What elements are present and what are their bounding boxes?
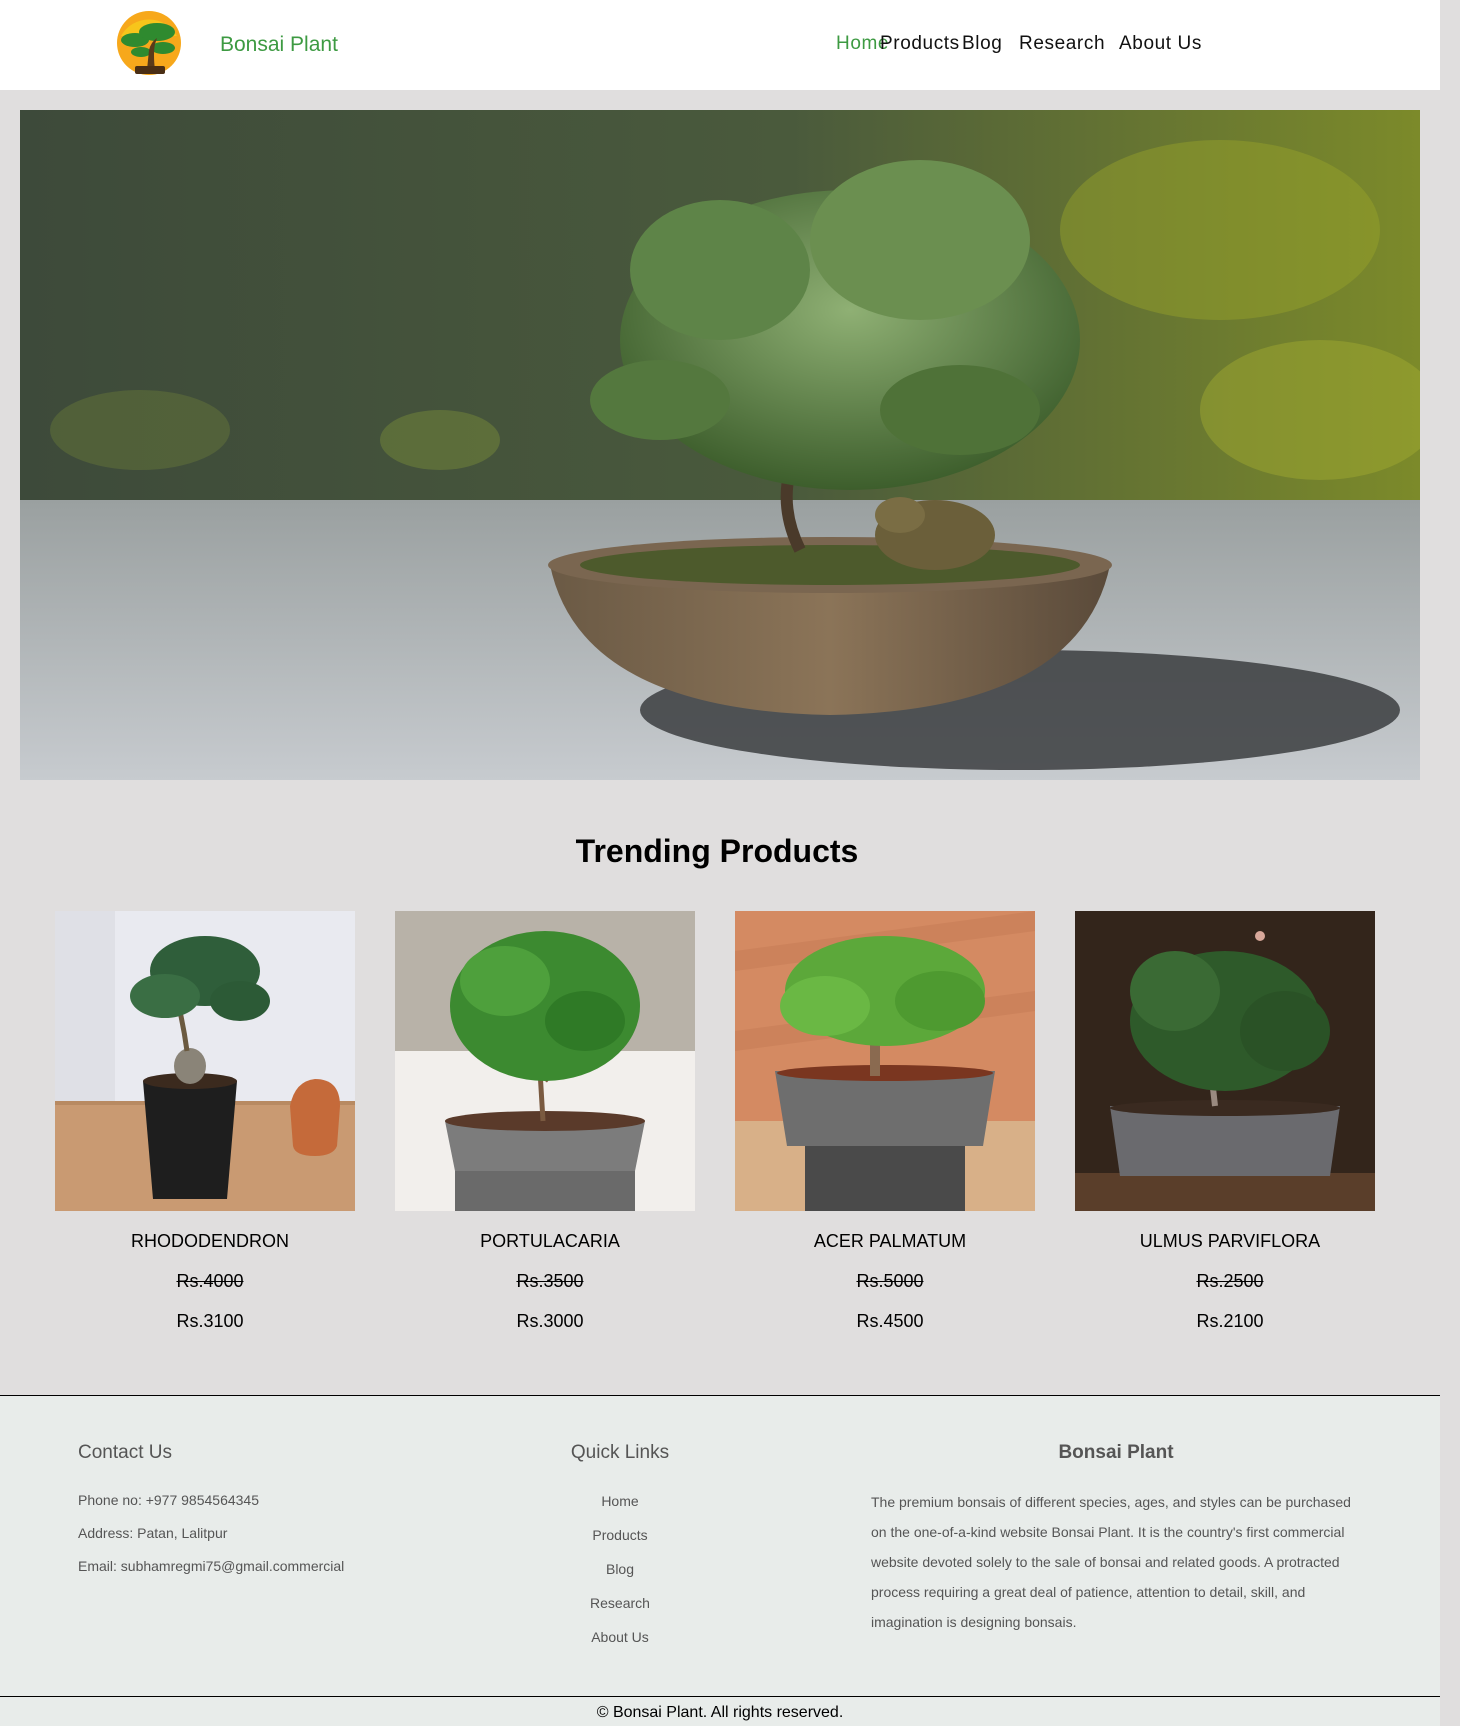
quick-links-title: Quick Links: [570, 1442, 670, 1463]
product-price: Rs.3100: [176, 1311, 244, 1331]
quick-link-blog[interactable]: Blog: [520, 1561, 720, 1577]
product-price: Rs.3000: [516, 1311, 584, 1331]
product-old-price: Rs.2500: [1196, 1271, 1264, 1291]
product-image[interactable]: [395, 911, 695, 1211]
product-old-price: Rs.3500: [516, 1271, 584, 1291]
scrollbar[interactable]: [1440, 0, 1460, 1726]
product-old-price: Rs.5000: [856, 1271, 924, 1291]
contact-address: Address: Patan, Lalitpur: [78, 1525, 228, 1541]
bonsai-logo-icon[interactable]: [113, 10, 185, 76]
product-price: Rs.2100: [1196, 1311, 1264, 1331]
product-image[interactable]: [55, 911, 355, 1211]
quick-link-research[interactable]: Research: [520, 1595, 720, 1611]
quick-link-home[interactable]: Home: [520, 1493, 720, 1509]
copyright: © Bonsai Plant. All rights reserved.: [0, 1696, 1440, 1726]
product-image[interactable]: [735, 911, 1035, 1211]
nav-blog[interactable]: Blog: [962, 33, 1002, 55]
site-header: Bonsai Plant Home Products Blog Research…: [0, 0, 1440, 90]
product-name[interactable]: ACER PALMATUM: [735, 1231, 1045, 1252]
brand-name[interactable]: Bonsai Plant: [220, 33, 338, 57]
nav-about-us[interactable]: About Us: [1119, 33, 1202, 55]
footer-about-text: The premium bonsais of different species…: [871, 1494, 1351, 1630]
product-image[interactable]: [1075, 911, 1375, 1211]
contact-title: Contact Us: [78, 1442, 172, 1463]
product-name[interactable]: ULMUS PARVIFLORA: [1075, 1231, 1385, 1252]
site-footer: Contact Us Phone no: +977 9854564345 Add…: [0, 1395, 1440, 1697]
product-price: Rs.4500: [856, 1311, 924, 1331]
product-name[interactable]: RHODODENDRON: [55, 1231, 365, 1252]
contact-phone: Phone no: +977 9854564345: [78, 1492, 260, 1508]
hero-image: [20, 110, 1420, 780]
quick-link-about-us[interactable]: About Us: [520, 1629, 720, 1645]
quick-link-products[interactable]: Products: [520, 1527, 720, 1543]
product-name[interactable]: PORTULACARIA: [395, 1231, 705, 1252]
contact-email: Email: subhamregmi75@gmail.commercial: [78, 1558, 345, 1574]
product-old-price: Rs.4000: [176, 1271, 244, 1291]
section-title: Trending Products: [575, 833, 859, 869]
nav-products[interactable]: Products: [880, 33, 960, 55]
nav-research[interactable]: Research: [1019, 33, 1105, 55]
footer-about-title: Bonsai Plant: [1058, 1442, 1174, 1463]
